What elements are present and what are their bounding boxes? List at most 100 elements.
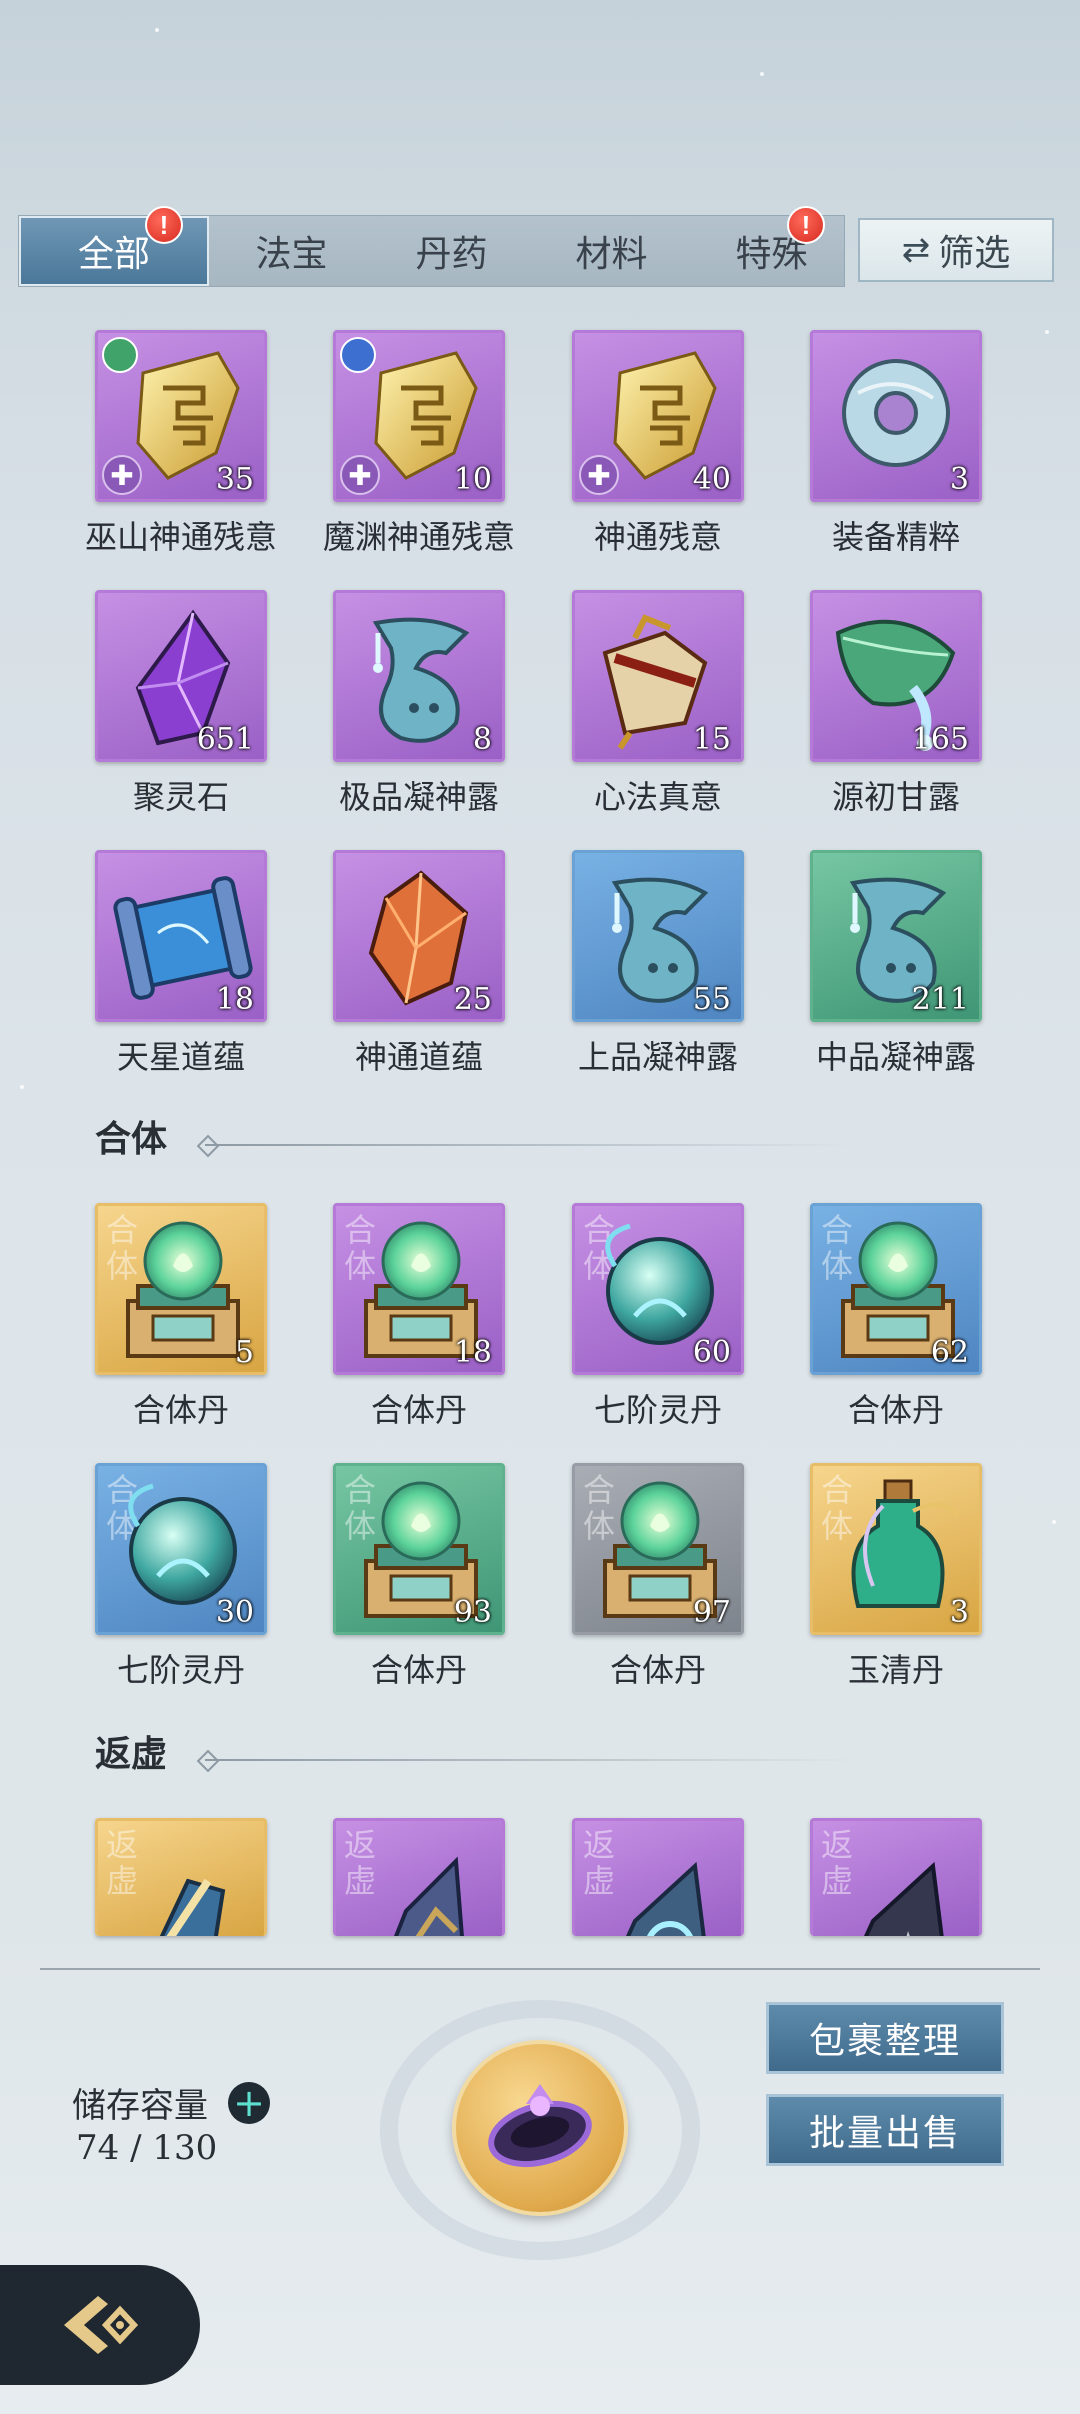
inventory-item[interactable]: 165 源初甘露: [810, 590, 982, 818]
tab-label: 法宝: [255, 234, 328, 275]
inventory-item[interactable]: 15 心法真意: [572, 590, 744, 818]
inventory-item[interactable]: 55 上品凝神露: [572, 850, 744, 1078]
item-count: 10: [453, 462, 492, 497]
item-tile[interactable]: 211: [810, 850, 982, 1022]
inventory-item[interactable]: 211 中品凝神露: [810, 850, 982, 1078]
item-count: 165: [911, 722, 969, 757]
inventory-item[interactable]: 返虚: [333, 1818, 505, 1936]
item-count: 651: [196, 722, 254, 757]
item-tile[interactable]: 合体 30: [95, 1463, 267, 1635]
item-tile[interactable]: 8: [333, 590, 505, 762]
bulk-sell-button[interactable]: 批量出售: [766, 2094, 1004, 2166]
item-tile[interactable]: 651: [95, 590, 267, 762]
item-count: 3: [949, 1595, 969, 1630]
inventory-item[interactable]: 3 装备精粹: [810, 330, 982, 558]
section-heading: 返虚: [95, 1733, 168, 1775]
item-name: 极品凝神露: [338, 778, 499, 816]
item-tile[interactable]: ✚ 35: [95, 330, 267, 502]
cross-emblem-icon: ✚: [579, 455, 619, 495]
storage-ring-button[interactable]: [452, 2040, 628, 2216]
item-tile[interactable]: 合体 5: [95, 1203, 267, 1375]
inventory-item[interactable]: 合体 97 合体丹: [572, 1463, 744, 1691]
item-tile[interactable]: 合体 60: [572, 1203, 744, 1375]
organize-bag-button[interactable]: 包裹整理: [766, 2002, 1004, 2074]
item-tile[interactable]: 15: [572, 590, 744, 762]
item-tile[interactable]: 合体 62: [810, 1203, 982, 1375]
item-tile[interactable]: 合体 97: [572, 1463, 744, 1635]
tab-materials[interactable]: 材料: [529, 216, 694, 286]
inventory-item[interactable]: 合体 18 合体丹: [333, 1203, 505, 1431]
sect-emblem-icon: [340, 337, 376, 373]
item-tile[interactable]: 合体 93: [333, 1463, 505, 1635]
item-tile[interactable]: 返虚: [95, 1818, 267, 1936]
expand-storage-button[interactable]: +: [228, 2081, 270, 2125]
item-count: 93: [453, 1595, 492, 1630]
sparkle: [20, 1085, 24, 1089]
storage-ring-icon: [488, 2084, 592, 2167]
section-divider-line: [205, 1759, 855, 1761]
inventory-item[interactable]: 25 神通道蕴: [333, 850, 505, 1078]
back-arrow-icon: [64, 2296, 139, 2354]
item-name: 神通残意: [593, 518, 722, 556]
inventory-item[interactable]: 返虚: [810, 1818, 982, 1936]
item-name: 源初甘露: [831, 778, 960, 816]
inventory-item[interactable]: 8 极品凝神露: [333, 590, 505, 818]
tab-magic-treasure[interactable]: 法宝: [209, 216, 374, 286]
item-tile[interactable]: 3: [810, 330, 982, 502]
alert-badge-icon: !: [145, 206, 183, 244]
inventory-item[interactable]: 合体 30 七阶灵丹: [95, 1463, 267, 1691]
item-name: 玉清丹: [847, 1651, 944, 1689]
item-tile[interactable]: 25: [333, 850, 505, 1022]
inventory-item[interactable]: ✚ 40 神通残意: [572, 330, 744, 558]
inventory-item[interactable]: ✚ 10 魔渊神通残意: [323, 330, 515, 558]
item-name: 巫山神通残意: [84, 518, 277, 556]
item-tile[interactable]: ✚ 10: [333, 330, 505, 502]
inventory-item[interactable]: 返虚: [95, 1818, 267, 1936]
item-tile[interactable]: 返虚: [810, 1818, 982, 1936]
tab-label: 丹药: [415, 234, 488, 275]
item-name: 天星道蕴: [116, 1038, 245, 1076]
bottom-divider: [40, 1968, 1040, 1970]
tab-special[interactable]: 特殊: [689, 216, 854, 286]
item-name: 聚灵石: [132, 778, 229, 816]
item-name: 七阶灵丹: [116, 1651, 245, 1689]
inventory-item[interactable]: 18 天星道蕴: [95, 850, 267, 1078]
item-tile[interactable]: 合体 18: [333, 1203, 505, 1375]
item-name: 合体丹: [609, 1651, 706, 1689]
filter-button[interactable]: ⇄ 筛选: [858, 218, 1054, 282]
inventory-item[interactable]: 合体 93 合体丹: [333, 1463, 505, 1691]
item-tile[interactable]: 返虚: [572, 1818, 744, 1936]
item-count: 8: [472, 722, 492, 757]
section-heading: 合体: [95, 1118, 168, 1160]
item-name: 神通道蕴: [354, 1038, 483, 1076]
inventory-item[interactable]: ✚ 35 巫山神通残意: [85, 330, 277, 558]
back-button[interactable]: [0, 2265, 200, 2385]
inventory-item[interactable]: 651 聚灵石: [95, 590, 267, 818]
inventory-item[interactable]: 合体 5 合体丹: [95, 1203, 267, 1431]
inventory-item[interactable]: 返虚: [572, 1818, 744, 1936]
item-count: 60: [692, 1335, 731, 1370]
item-name: 上品凝神露: [577, 1038, 738, 1076]
item-tile[interactable]: 合体 3: [810, 1463, 982, 1635]
tab-pills[interactable]: 丹药: [369, 216, 534, 286]
cross-emblem-icon: ✚: [102, 455, 142, 495]
sparkle: [155, 28, 159, 32]
item-count: 55: [692, 982, 731, 1017]
item-tile[interactable]: 18: [95, 850, 267, 1022]
inventory-item[interactable]: 合体 62 合体丹: [810, 1203, 982, 1431]
item-count: 30: [215, 1595, 254, 1630]
item-tile[interactable]: 返虚: [333, 1818, 505, 1936]
item-tile[interactable]: ✚ 40: [572, 330, 744, 502]
inventory-item[interactable]: 合体 3 玉清丹: [810, 1463, 982, 1691]
item-name: 心法真意: [593, 778, 722, 816]
item-name: 合体丹: [370, 1391, 467, 1429]
item-count: 18: [215, 982, 254, 1017]
item-tile[interactable]: 55: [572, 850, 744, 1022]
item-count: 211: [911, 982, 969, 1017]
section-divider-line: [205, 1144, 855, 1146]
robe-shard-icon: [813, 1821, 979, 1936]
inventory-item[interactable]: 合体 60 七阶灵丹: [572, 1203, 744, 1431]
item-tile[interactable]: 165: [810, 590, 982, 762]
item-count: 35: [215, 462, 254, 497]
section-divider-ornament: [196, 1749, 220, 1773]
